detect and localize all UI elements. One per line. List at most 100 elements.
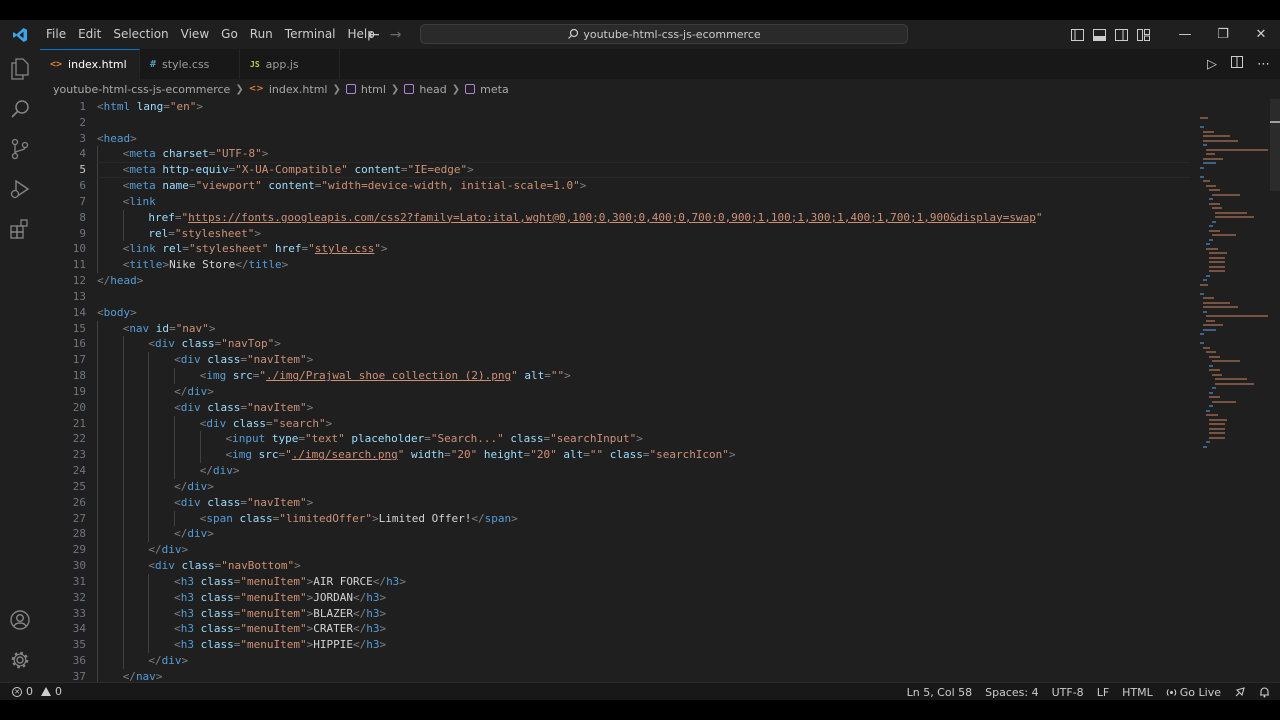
maximize-button[interactable]: ❐ [1204, 20, 1242, 49]
code-line[interactable]: 12 </head> [40, 273, 1190, 289]
editor-scrollbar[interactable] [1270, 99, 1280, 682]
code-line[interactable]: 1 <html lang="en"> [40, 99, 1190, 115]
indent-guide [97, 510, 98, 527]
notifications-bell-icon[interactable] [1259, 686, 1270, 698]
code-line[interactable]: 24 </div> [40, 463, 1190, 479]
code-token: </ [235, 258, 249, 272]
code-token: "text" [305, 432, 345, 446]
code-line[interactable]: 20 <div class="navItem"> [40, 399, 1190, 416]
end-of-line[interactable]: LF [1097, 686, 1109, 699]
menu-terminal[interactable]: Terminal [279, 20, 342, 49]
indent-guide [122, 336, 124, 353]
file-encoding[interactable]: UTF-8 [1052, 686, 1084, 699]
more-actions-icon[interactable]: ⋯ [1257, 57, 1270, 72]
code-token: div [180, 353, 201, 367]
code-line[interactable]: 35 <h3 class="menuItem">HIPPIE</h3> [40, 637, 1190, 653]
code-line[interactable]: 9 rel="stylesheet"> [40, 225, 1190, 242]
breadcrumb-html[interactable]: html [361, 83, 386, 96]
menu-go[interactable]: Go [215, 20, 244, 49]
code-line[interactable]: 14 <body> [40, 305, 1190, 321]
code-line[interactable]: 17 <div class="navItem"> [40, 352, 1190, 369]
code-line[interactable]: 2 [40, 115, 1190, 131]
code-line[interactable]: 23 <img src="./img/search.png" width="20"… [40, 447, 1190, 464]
breadcrumb-folder[interactable]: youtube-html-css-js-ecommerce [53, 83, 230, 96]
menu-file[interactable]: File [40, 20, 72, 49]
code-token: Limited Offer! [378, 511, 472, 525]
toggle-secondary-sidebar-icon[interactable] [1110, 20, 1132, 49]
code-line[interactable]: 19 </div> [40, 383, 1190, 400]
code-line[interactable]: 34 <h3 class="menuItem">CRATER</h3> [40, 621, 1190, 638]
code-line[interactable]: 21 <div class="search"> [40, 415, 1190, 432]
back-arrow-icon[interactable]: ← [368, 27, 380, 43]
code-line[interactable]: 11 <title>Nike Store</title> [40, 257, 1190, 274]
code-line[interactable]: 25 </div> [40, 478, 1190, 495]
breadcrumb-file[interactable]: index.html [269, 83, 328, 96]
code-token: > [511, 511, 518, 525]
tab-style-css[interactable]: # style.css [140, 49, 240, 79]
minimize-button[interactable]: — [1166, 20, 1204, 49]
settings-gear-icon[interactable] [0, 640, 40, 680]
menu-selection[interactable]: Selection [107, 20, 174, 49]
forward-arrow-icon[interactable]: → [390, 27, 402, 43]
code-line[interactable]: 4 <meta charset="UTF-8"> [40, 146, 1190, 163]
code-line[interactable]: 18 <img src="./img/Prajwal shoe collectio… [40, 368, 1190, 384]
indentation[interactable]: Spaces: 4 [985, 686, 1038, 699]
toggle-panel-icon[interactable] [1088, 20, 1110, 49]
code-line[interactable]: 7 <link [40, 193, 1190, 210]
code-line[interactable]: 28 </div> [40, 526, 1190, 543]
go-live-button[interactable]: Go Live [1166, 686, 1221, 699]
command-center-search[interactable]: youtube-html-css-js-ecommerce [420, 24, 908, 44]
tab-app-js[interactable]: JS app.js [240, 49, 340, 79]
code-line[interactable]: 13 [40, 289, 1190, 305]
code-line[interactable]: 27 <span class="limitedOffer">Limited Off… [40, 510, 1190, 527]
code-line[interactable]: 8 href= "https://fonts.googleapis.com/css2… [40, 209, 1190, 226]
code-line[interactable]: 6 <meta name="viewport" content="width=de… [40, 178, 1190, 194]
code-line[interactable]: 10 <link rel="stylesheet" href="style.css… [40, 241, 1190, 258]
run-debug-icon[interactable] [0, 169, 40, 209]
code-line[interactable]: 29 </div> [40, 542, 1190, 559]
feedback-icon[interactable] [1234, 686, 1246, 698]
code-line[interactable]: 37 </nav> [40, 668, 1190, 682]
extensions-icon[interactable] [0, 209, 40, 249]
language-mode[interactable]: HTML [1122, 686, 1153, 699]
code-line[interactable]: 36 </div> [40, 652, 1190, 669]
code-line[interactable]: 26 <div class="navItem"> [40, 494, 1190, 511]
menu-edit[interactable]: Edit [72, 20, 107, 49]
scrollbar-thumb[interactable] [1270, 99, 1280, 191]
search-icon[interactable] [0, 89, 40, 129]
run-icon[interactable]: ▷ [1207, 57, 1217, 72]
code-line[interactable]: 33 <h3 class="menuItem">BLAZER</h3> [40, 605, 1190, 622]
minimap[interactable] [1190, 99, 1270, 449]
menu-run[interactable]: Run [244, 20, 279, 49]
explorer-icon[interactable] [0, 49, 40, 89]
code-editor[interactable]: 1 <html lang="en"> 2 3 <head> 4 <meta charset=… [40, 99, 1190, 682]
chevron-right-icon: ❯ [332, 83, 341, 95]
line-number: 28 [72, 527, 86, 541]
minimap-line [1200, 292, 1204, 295]
code-line[interactable]: 30 <div class="navBottom"> [40, 558, 1190, 574]
code-line[interactable]: 31 <h3 class="menuItem">AIR FORCE</h3> [40, 573, 1190, 590]
cursor-position[interactable]: Ln 5, Col 58 [907, 686, 973, 699]
breadcrumb-head[interactable]: head [419, 83, 446, 96]
code-line[interactable]: 3 <head> [40, 131, 1190, 147]
code-text: <nav id="nav"> [123, 321, 216, 337]
indent-guide [174, 415, 176, 432]
code-token: "" [589, 448, 604, 462]
close-window-button[interactable]: ✕ [1242, 20, 1280, 49]
source-control-icon[interactable] [0, 129, 40, 169]
breadcrumb-meta[interactable]: meta [480, 83, 509, 96]
split-editor-icon[interactable] [1231, 56, 1243, 72]
toggle-primary-sidebar-icon[interactable] [1066, 20, 1088, 49]
tab-index-html[interactable]: <> index.html ✕ [40, 49, 149, 79]
customize-layout-icon[interactable] [1132, 20, 1154, 49]
code-line[interactable]: 5 <meta http-equiv="X-UA-Compatible" cont… [40, 162, 1190, 179]
code-token: = [424, 432, 431, 446]
code-line[interactable]: 16 <div class="navTop"> [40, 336, 1190, 353]
accounts-icon[interactable] [0, 600, 40, 640]
problems-indicator[interactable]: ✕ 0 0 [0, 685, 62, 698]
minimap-line [1206, 351, 1216, 353]
code-line[interactable]: 22 <input type="text" placeholder="Search… [40, 431, 1190, 448]
menu-view[interactable]: View [175, 20, 215, 49]
code-line[interactable]: 32 <h3 class="menuItem">JORDAN</h3> [40, 589, 1190, 606]
code-line[interactable]: 15 <nav id="nav"> [40, 320, 1190, 337]
